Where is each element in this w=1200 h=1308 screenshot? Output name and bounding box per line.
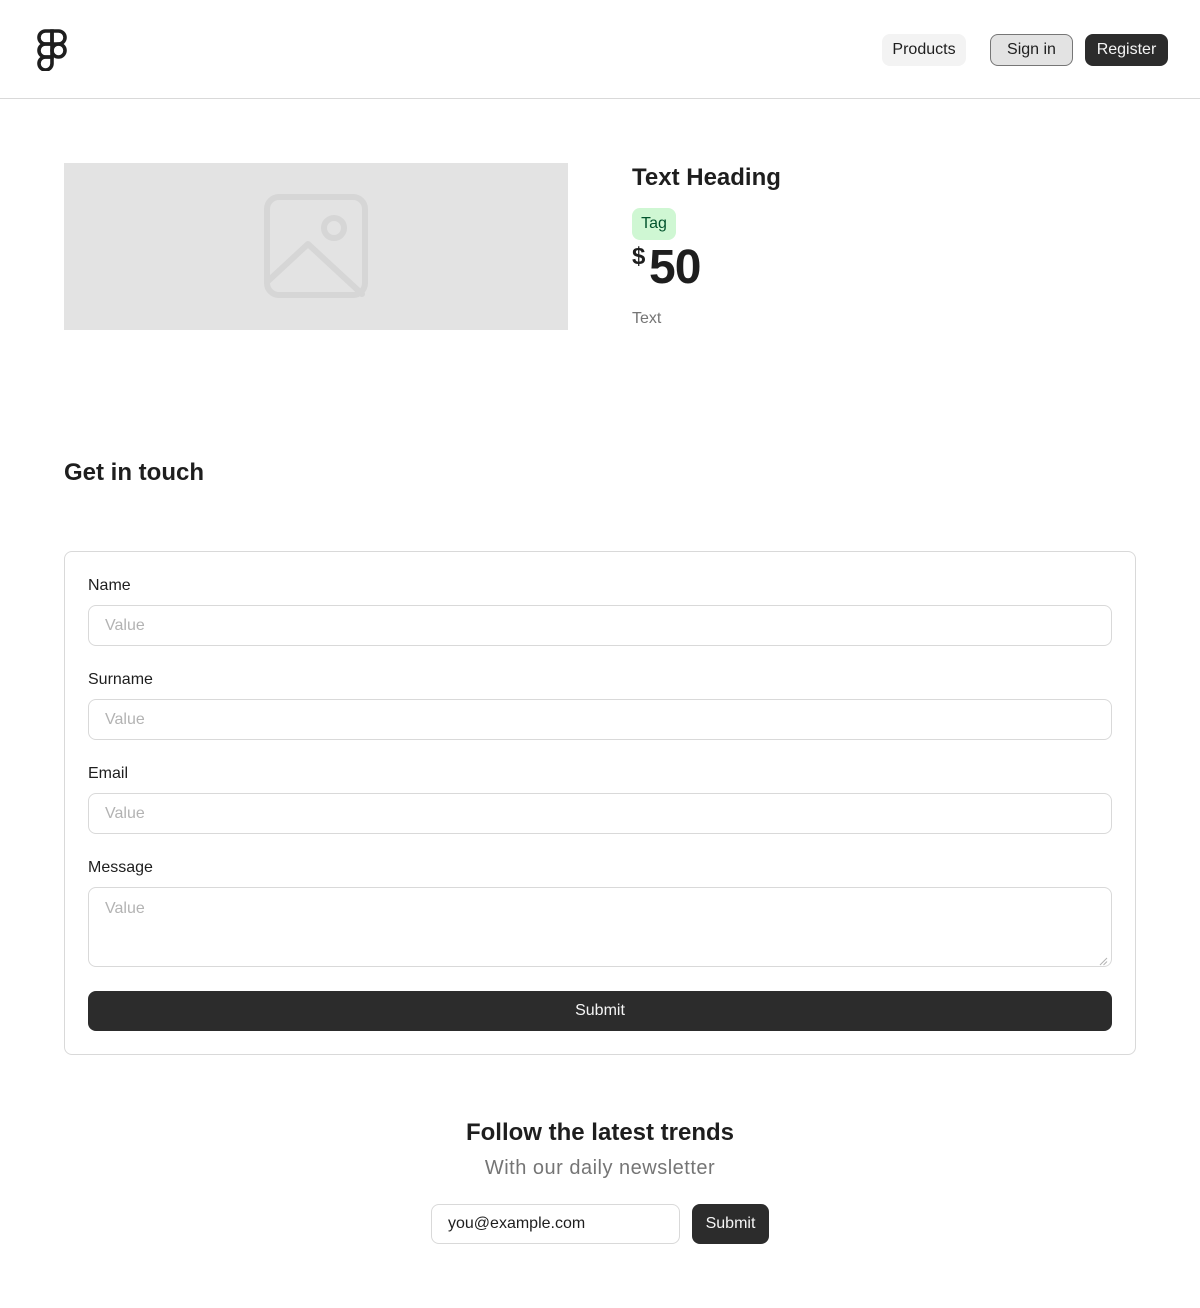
product-tag: Tag bbox=[632, 208, 676, 240]
message-label: Message bbox=[88, 859, 153, 876]
surname-input[interactable] bbox=[88, 699, 1112, 740]
surname-label: Surname bbox=[88, 671, 153, 688]
newsletter-submit-button[interactable]: Submit bbox=[692, 1204, 769, 1244]
site-header: Products Sign in Register bbox=[0, 0, 1200, 99]
price-value: 50 bbox=[649, 241, 701, 294]
message-textarea[interactable] bbox=[88, 887, 1112, 967]
product-text: Text bbox=[632, 310, 662, 327]
name-input[interactable] bbox=[88, 605, 1112, 646]
email-input[interactable] bbox=[88, 793, 1112, 834]
contact-title: Get in touch bbox=[64, 459, 204, 486]
figma-logo-icon[interactable] bbox=[36, 29, 68, 72]
product-heading: Text Heading bbox=[632, 164, 781, 191]
newsletter-title: Follow the latest trends bbox=[465, 1119, 735, 1146]
nav-products-link[interactable]: Products bbox=[882, 34, 966, 66]
sign-in-button[interactable]: Sign in bbox=[990, 34, 1073, 66]
register-button[interactable]: Register bbox=[1085, 34, 1168, 66]
price-currency: $ bbox=[632, 243, 646, 270]
email-label: Email bbox=[88, 765, 129, 782]
newsletter-subtitle: With our daily newsletter bbox=[484, 1157, 716, 1179]
product-image bbox=[64, 163, 568, 330]
resize-grip-icon[interactable] bbox=[1098, 953, 1108, 966]
image-placeholder-icon bbox=[264, 194, 368, 298]
contact-submit-button[interactable]: Submit bbox=[88, 991, 1112, 1031]
newsletter-email-input[interactable] bbox=[431, 1204, 680, 1244]
name-label: Name bbox=[88, 577, 131, 594]
